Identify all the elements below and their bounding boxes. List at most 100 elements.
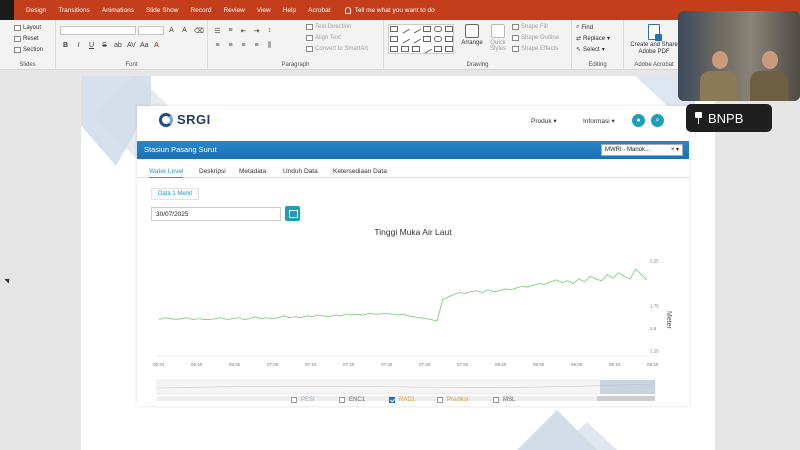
columns-icon[interactable]: ⫼ bbox=[266, 42, 273, 50]
align-center-icon[interactable]: ≡ bbox=[227, 42, 234, 50]
font-color-icon[interactable]: A bbox=[153, 42, 160, 49]
tab-unduh-data[interactable]: Unduh Data bbox=[283, 168, 318, 175]
arrow-shape-icon[interactable] bbox=[411, 24, 421, 34]
font-size-combo[interactable] bbox=[138, 26, 164, 35]
italic-icon[interactable]: I bbox=[75, 42, 82, 49]
nav-produk[interactable]: Produk ▾ bbox=[531, 117, 557, 125]
interval-pill[interactable]: Data 1 Menit bbox=[151, 188, 200, 200]
star-shape-icon[interactable] bbox=[412, 46, 420, 52]
legend-item-pesi[interactable]: PESI bbox=[291, 397, 315, 403]
circle-shape-icon[interactable] bbox=[434, 36, 442, 42]
tab-view[interactable]: View bbox=[251, 7, 277, 14]
legend-item-msl[interactable]: MSL bbox=[493, 397, 515, 403]
connector-shape-icon[interactable] bbox=[400, 34, 410, 44]
tell-me-search[interactable]: Tell me what you want to do bbox=[344, 6, 435, 14]
tab-slide-show[interactable]: Slide Show bbox=[140, 7, 185, 14]
find-button[interactable]: ⌕ Find bbox=[576, 24, 593, 31]
convert-smartart-button[interactable]: Convert to SmartArt bbox=[306, 46, 368, 52]
checkbox-icon[interactable] bbox=[493, 397, 499, 403]
increase-indent-icon[interactable]: ⇥ bbox=[253, 27, 260, 35]
block-arrow-shape-icon[interactable] bbox=[401, 46, 409, 52]
checkbox-icon[interactable] bbox=[437, 397, 443, 403]
legend-item-rad1[interactable]: RAD1 bbox=[389, 397, 415, 403]
grow-font-icon[interactable]: A bbox=[168, 27, 175, 35]
slide-canvas[interactable]: SRGI Produk ▾ Informasi ▾ ● ⌕ Stasiun Pa… bbox=[81, 76, 715, 450]
brace-shape-icon[interactable] bbox=[390, 46, 398, 52]
elbow-shape-icon[interactable] bbox=[411, 34, 421, 44]
shape-effects-button[interactable]: Shape Effects bbox=[512, 46, 558, 52]
shrink-font-icon[interactable]: A bbox=[181, 27, 188, 35]
series-line-0[interactable] bbox=[158, 268, 648, 322]
video-name-badge[interactable]: BNPB bbox=[686, 104, 772, 132]
align-left-icon[interactable]: ≡ bbox=[214, 42, 221, 50]
video-feed[interactable] bbox=[678, 11, 800, 101]
create-share-pdf-button[interactable]: Create and Share Adobe PDF bbox=[626, 24, 682, 56]
tab-acrobat[interactable]: Acrobat bbox=[302, 7, 336, 14]
water-level-chart[interactable]: Meter 06:34 06:40 06:50 07:00 07:10 07:20 07:3… bbox=[137, 236, 689, 406]
textbox-shape-icon[interactable] bbox=[423, 36, 431, 42]
checkbox-icon[interactable] bbox=[339, 397, 345, 403]
checkbox-checked-icon[interactable] bbox=[389, 397, 395, 403]
bullets-icon[interactable]: ☰ bbox=[214, 27, 221, 35]
legend-item-prediksi[interactable]: Prediksi bbox=[437, 397, 468, 403]
tab-help[interactable]: Help bbox=[277, 7, 302, 14]
arrange-button[interactable]: Arrange bbox=[460, 24, 484, 46]
font-format-buttons: B I U S ab AV Aa A bbox=[62, 42, 160, 49]
tab-transitions[interactable]: Transitions bbox=[52, 7, 96, 14]
navigator-window[interactable] bbox=[600, 380, 655, 394]
line-spacing-icon[interactable]: ↕ bbox=[266, 27, 273, 35]
oval-shape-icon[interactable] bbox=[434, 26, 442, 32]
decrease-indent-icon[interactable]: ⇤ bbox=[240, 27, 247, 35]
shadow-icon[interactable]: ab bbox=[114, 42, 122, 49]
tab-deskripsi[interactable]: Deskripsi bbox=[199, 168, 226, 175]
more-shapes-icon[interactable] bbox=[445, 46, 453, 52]
tab-ketersediaan-data[interactable]: Ketersediaan Data bbox=[333, 168, 387, 175]
user-icon[interactable]: ● bbox=[632, 114, 645, 127]
text-direction-button[interactable]: Text Direction bbox=[306, 24, 351, 30]
drawing-group-label: Drawing bbox=[466, 62, 489, 68]
shape-fill-button[interactable]: Shape Fill bbox=[512, 24, 548, 30]
tab-animations[interactable]: Animations bbox=[96, 7, 140, 14]
curve-shape-icon[interactable] bbox=[422, 44, 432, 54]
tab-record[interactable]: Record bbox=[184, 7, 217, 14]
quick-styles-button[interactable]: Quick Styles bbox=[487, 24, 509, 52]
select-button[interactable]: ↖ Select ▾ bbox=[576, 46, 605, 54]
underline-icon[interactable]: U bbox=[88, 42, 95, 49]
tab-water-level[interactable]: Water Level bbox=[149, 168, 184, 178]
embedded-screenshot[interactable]: SRGI Produk ▾ Informasi ▾ ● ⌕ Stasiun Pa… bbox=[137, 106, 689, 406]
rounded-rect-shape-icon[interactable] bbox=[445, 26, 453, 32]
calendar-icon[interactable] bbox=[285, 206, 300, 221]
bold-icon[interactable]: B bbox=[62, 42, 69, 49]
strikethrough-icon[interactable]: S bbox=[101, 42, 108, 49]
replace-button[interactable]: ⇄ Replace ▾ bbox=[576, 35, 610, 43]
char-spacing-icon[interactable]: AV bbox=[127, 42, 136, 49]
legend-item-enc1[interactable]: ENC1 bbox=[339, 397, 365, 403]
justify-icon[interactable]: ≡ bbox=[253, 42, 260, 50]
section-button[interactable]: Section bbox=[14, 47, 43, 53]
reset-button[interactable]: Reset bbox=[14, 36, 39, 42]
font-family-combo[interactable] bbox=[60, 26, 136, 35]
date-input[interactable]: 30/07/2025 bbox=[151, 207, 281, 221]
checkbox-icon[interactable] bbox=[291, 397, 297, 403]
shapes-gallery[interactable] bbox=[388, 24, 454, 54]
clear-format-icon[interactable]: ⌫ bbox=[194, 27, 204, 35]
rectangle-shape-icon[interactable] bbox=[390, 26, 398, 32]
bracket-shape-icon[interactable] bbox=[434, 46, 442, 52]
line-shape-icon[interactable] bbox=[400, 24, 410, 34]
paragraph-group: ☰ ≡ ⇤ ⇥ ↕ ≡ ≡ ≡ ≡ ⫼ Text Direction Align Text Co… bbox=[208, 20, 384, 70]
nav-informasi[interactable]: Informasi ▾ bbox=[583, 117, 615, 125]
triangle-shape-icon[interactable] bbox=[390, 36, 398, 42]
tab-metadata[interactable]: Metadata bbox=[239, 168, 266, 175]
callout-shape-icon[interactable] bbox=[445, 36, 453, 42]
search-icon[interactable]: ⌕ bbox=[651, 114, 664, 127]
station-select[interactable]: MWRI - Manok... × ▾ bbox=[601, 144, 683, 156]
shape-outline-button[interactable]: Shape Outline bbox=[512, 35, 559, 41]
tab-review[interactable]: Review bbox=[217, 7, 250, 14]
tab-design[interactable]: Design bbox=[20, 7, 52, 14]
change-case-icon[interactable]: Aa bbox=[140, 42, 149, 49]
layout-button[interactable]: Layout bbox=[14, 25, 41, 31]
align-text-button[interactable]: Align Text bbox=[306, 35, 341, 41]
align-right-icon[interactable]: ≡ bbox=[240, 42, 247, 50]
square-shape-icon[interactable] bbox=[423, 26, 431, 32]
numbering-icon[interactable]: ≡ bbox=[227, 27, 234, 35]
